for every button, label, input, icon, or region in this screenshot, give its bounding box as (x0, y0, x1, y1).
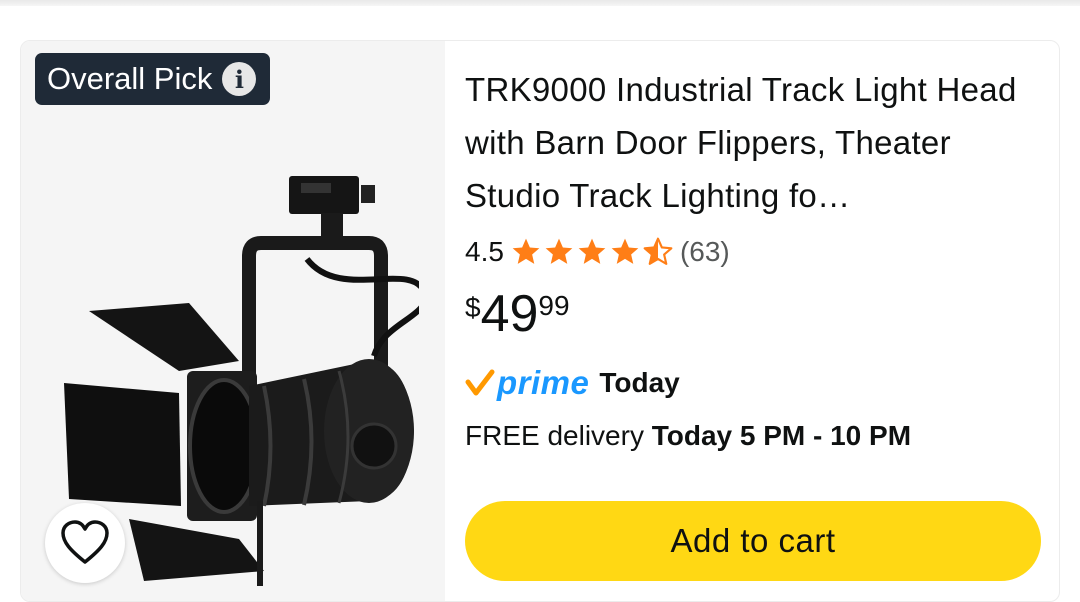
delivery-time: Today 5 PM - 10 PM (651, 420, 912, 451)
half-star-icon (643, 237, 673, 265)
heart-icon (61, 520, 109, 564)
product-title[interactable]: TRK9000 Industrial Track Light Head with… (465, 63, 1045, 222)
product-image-panel[interactable]: Overall Pick i (21, 41, 445, 601)
prime-delivery-label: Today (599, 367, 680, 398)
price-symbol: $ (465, 292, 481, 323)
star-icon (512, 238, 540, 264)
rating-value: 4.5 (465, 236, 504, 267)
add-to-cart-button[interactable]: Add to cart (465, 501, 1041, 581)
star-icon (545, 238, 573, 264)
rating-count[interactable]: (63) (680, 236, 730, 268)
price-whole: 49 (480, 285, 539, 343)
rating-row[interactable]: 4.5 (63) (465, 224, 1045, 280)
info-icon[interactable]: i (222, 62, 257, 96)
star-rating (510, 236, 674, 268)
delivery-info: FREE delivery Today 5 PM - 10 PM (465, 420, 1045, 460)
price-fraction: 99 (538, 290, 570, 321)
star-icon (578, 238, 606, 264)
prime-check-icon (465, 369, 495, 396)
product-card[interactable]: Overall Pick i TRK9000 Industrial Track … (20, 40, 1060, 602)
prime-row: prime Today (465, 358, 1045, 408)
top-divider (0, 0, 1080, 6)
badge-label: Overall Pick (47, 61, 213, 96)
wishlist-button[interactable] (45, 503, 125, 583)
price: $ 49 99 (465, 286, 1045, 342)
star-icon (611, 238, 639, 264)
delivery-prefix: FREE delivery (465, 420, 652, 451)
prime-logo: prime (497, 364, 590, 401)
overall-pick-badge: Overall Pick i (35, 53, 271, 105)
product-details: TRK9000 Industrial Track Light Head with… (465, 63, 1045, 460)
